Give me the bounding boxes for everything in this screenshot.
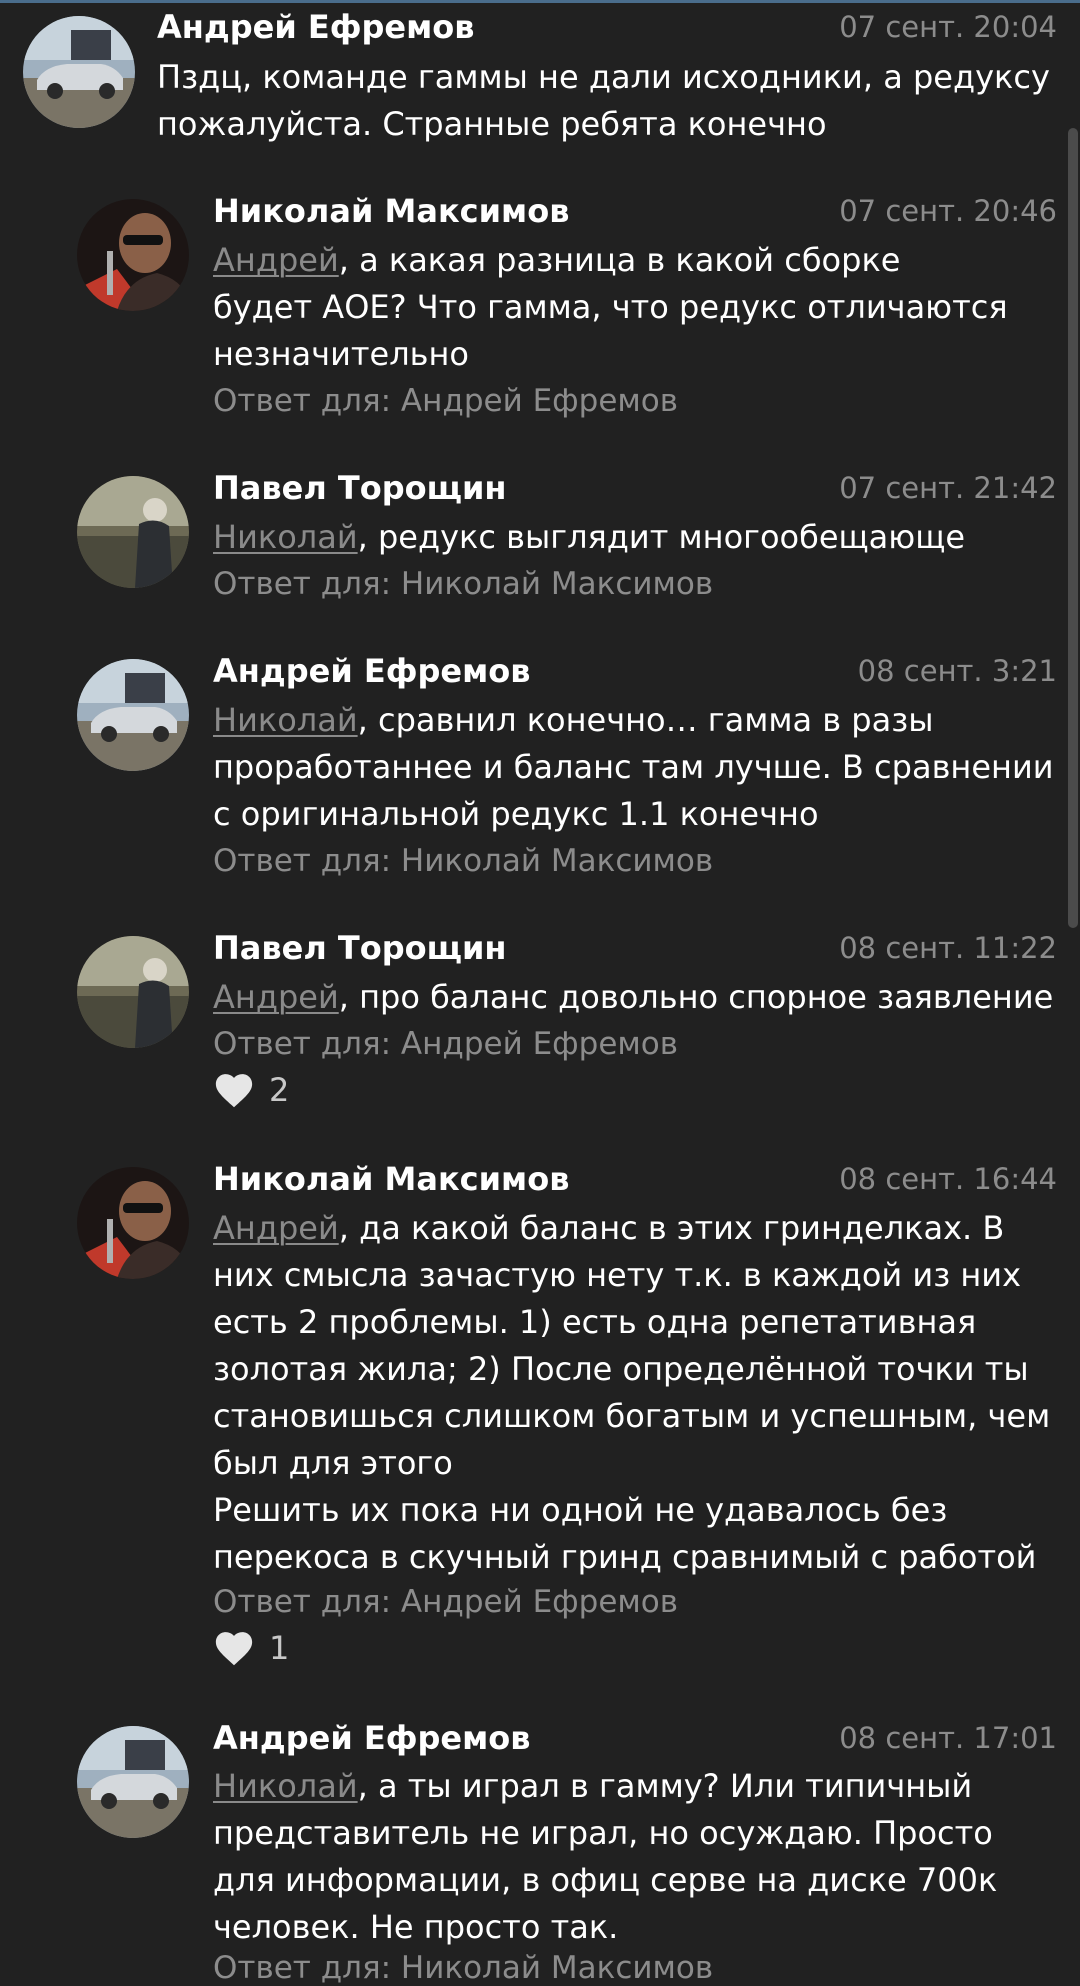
reply-to-label[interactable]: Ответ для: Николай Максимов bbox=[213, 1950, 713, 1986]
reply-to-label[interactable]: Ответ для: Николай Максимов bbox=[213, 566, 713, 602]
comment-author[interactable]: Павел Торощин bbox=[213, 929, 507, 967]
person-outdoors-avatar-image bbox=[77, 936, 189, 1048]
comment-text: Николай, а ты играл в гамму? Или типичны… bbox=[213, 1767, 998, 1946]
heart-icon bbox=[215, 1074, 253, 1108]
top-accent-line bbox=[0, 0, 1080, 3]
comment-text: Андрей, про баланс довольно спорное заяв… bbox=[213, 978, 1054, 1016]
comment-author[interactable]: Андрей Ефремов bbox=[213, 652, 531, 690]
car-avatar-image bbox=[77, 1726, 189, 1838]
comment-date: 07 сент. 21:42 bbox=[839, 471, 1057, 505]
comment-date: 07 сент. 20:46 bbox=[839, 194, 1057, 228]
reply-to-label[interactable]: Ответ для: Николай Максимов bbox=[213, 843, 713, 879]
comment-date: 08 сент. 11:22 bbox=[839, 931, 1057, 965]
comment-date: 08 сент. 16:44 bbox=[839, 1162, 1057, 1196]
mention-link[interactable]: Андрей bbox=[213, 978, 339, 1016]
car-avatar-image bbox=[23, 16, 135, 128]
like-button[interactable]: 1 bbox=[213, 1625, 289, 1671]
scrollbar-thumb[interactable] bbox=[1068, 128, 1078, 928]
author-avatar[interactable] bbox=[77, 936, 189, 1048]
heart-icon bbox=[215, 1632, 253, 1666]
mention-link[interactable]: Андрей bbox=[213, 1209, 339, 1247]
reply-to-label[interactable]: Ответ для: Андрей Ефремов bbox=[213, 1026, 678, 1062]
mention-link[interactable]: Николай bbox=[213, 701, 358, 739]
man-sunglasses-avatar-image bbox=[77, 1167, 189, 1279]
mention-link[interactable]: Николай bbox=[213, 1767, 358, 1805]
author-avatar[interactable] bbox=[77, 1726, 189, 1838]
comment-date: 07 сент. 20:04 bbox=[839, 10, 1057, 44]
author-avatar[interactable] bbox=[77, 476, 189, 588]
man-sunglasses-avatar-image bbox=[77, 199, 189, 311]
reply-to-label[interactable]: Ответ для: Андрей Ефремов bbox=[213, 383, 678, 419]
like-count: 1 bbox=[269, 1629, 290, 1667]
like-button[interactable]: 2 bbox=[213, 1067, 289, 1113]
comment-text: Николай, редукс выглядит многообещающе bbox=[213, 518, 966, 556]
comment-author[interactable]: Николай Максимов bbox=[213, 1160, 569, 1198]
comment-date: 08 сент. 17:01 bbox=[839, 1721, 1057, 1755]
reply-to-label[interactable]: Ответ для: Андрей Ефремов bbox=[213, 1584, 678, 1620]
author-avatar[interactable] bbox=[77, 659, 189, 771]
person-outdoors-avatar-image bbox=[77, 476, 189, 588]
comment-author[interactable]: Николай Максимов bbox=[213, 192, 569, 230]
comment-text: Николай, сравнил конечно… гамма в разы п… bbox=[213, 701, 1054, 833]
comment-author[interactable]: Андрей Ефремов bbox=[213, 1719, 531, 1757]
like-count: 2 bbox=[269, 1071, 290, 1109]
author-avatar[interactable] bbox=[23, 16, 135, 128]
mention-link[interactable]: Николай bbox=[213, 518, 358, 556]
comment-text: Андрей, а какая разница в какой сборке б… bbox=[213, 241, 1008, 373]
mention-link[interactable]: Андрей bbox=[213, 241, 339, 279]
comment-text: Пздц, команде гаммы не дали исходники, а… bbox=[157, 58, 1050, 143]
comment-text: Андрей, да какой баланс в этих гринделка… bbox=[213, 1209, 1051, 1576]
comment-author[interactable]: Павел Торощин bbox=[213, 469, 507, 507]
comment-author[interactable]: Андрей Ефремов bbox=[157, 8, 475, 46]
author-avatar[interactable] bbox=[77, 1167, 189, 1279]
author-avatar[interactable] bbox=[77, 199, 189, 311]
car-avatar-image bbox=[77, 659, 189, 771]
comment-date: 08 сент. 3:21 bbox=[857, 654, 1057, 688]
